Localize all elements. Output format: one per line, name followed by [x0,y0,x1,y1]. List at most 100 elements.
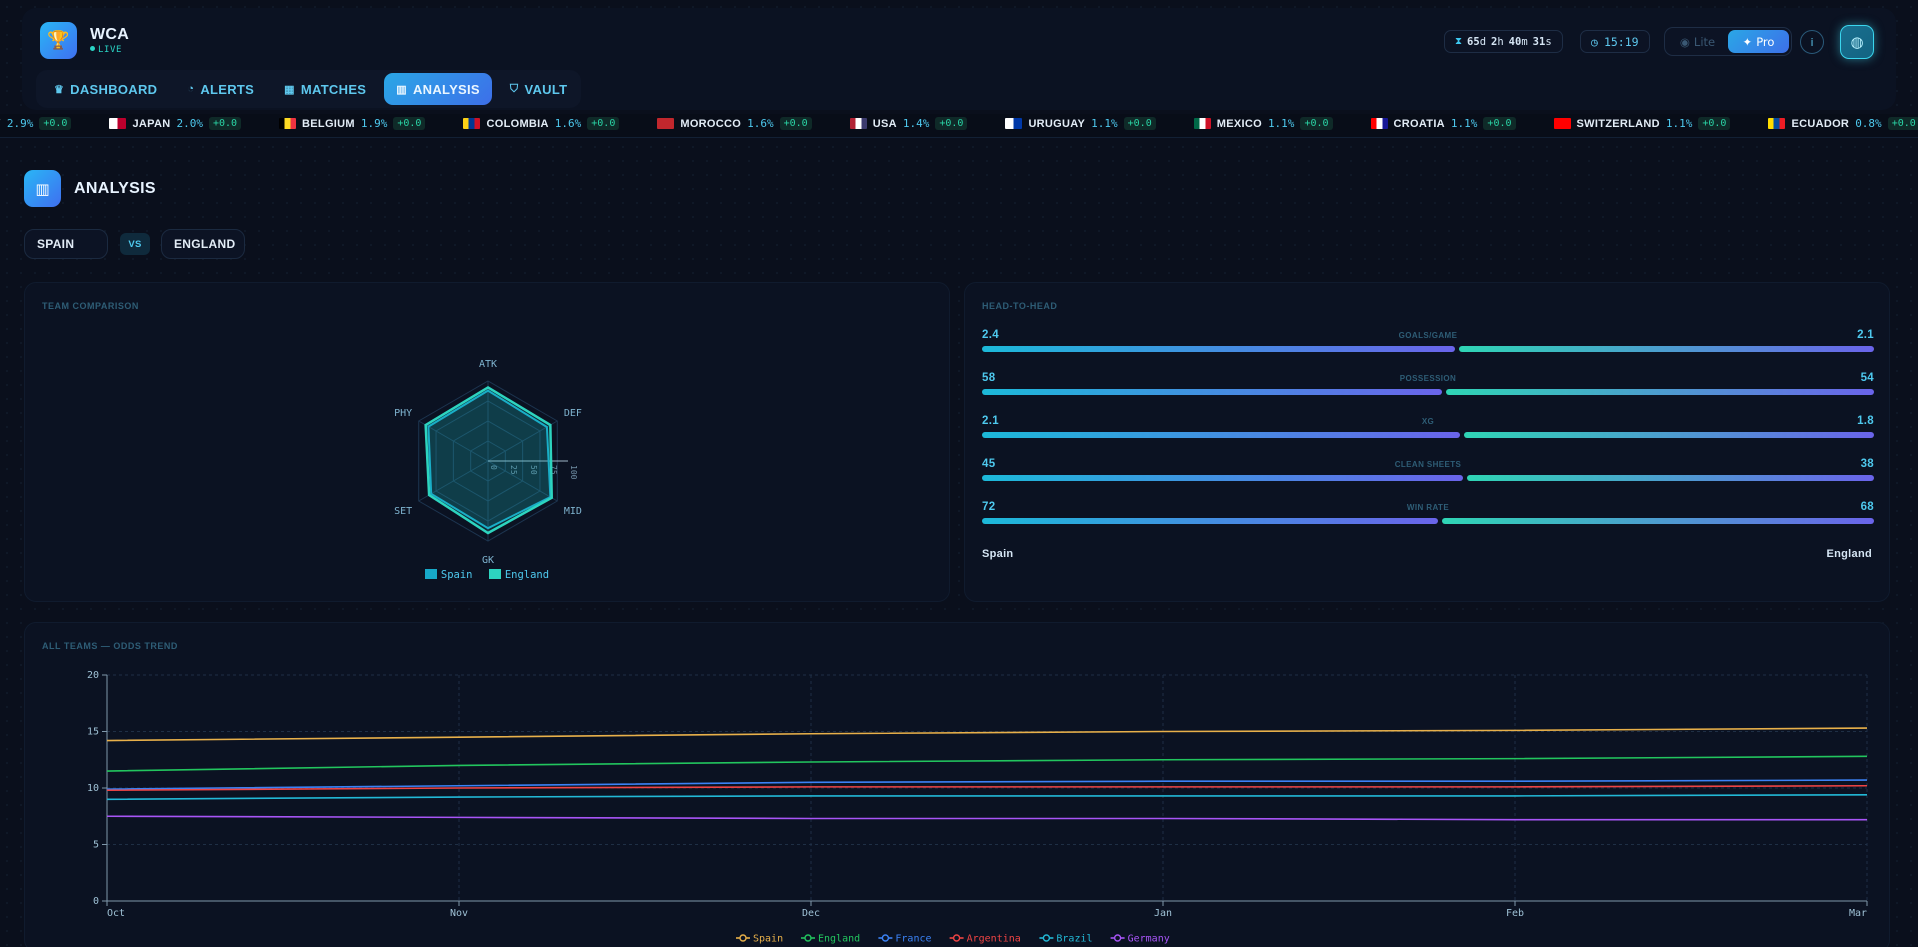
ticker-item[interactable]: MEXICO 1.1% +0.0 [1193,117,1333,130]
team-b-label: ENGLAND [174,237,236,251]
legend-swatch [424,569,437,579]
ticker-item[interactable]: JAPAN 2.0% +0.0 [109,117,242,130]
ticker-change: +0.0 [1123,117,1156,130]
ticker-change: +0.0 [935,117,968,130]
team-b-select[interactable]: ENGLAND [161,229,245,259]
sparkle-icon: ✦ [1742,34,1753,49]
ticker-percent: 1.1% [1267,117,1295,130]
flag-icon [1553,118,1571,129]
flag-icon [1005,118,1023,129]
radar-chart: ATKDEFMIDGKSETPHY0 25 50 75 100 [394,359,582,566]
app-header: 🏆 WCA LIVE ♛ DASHBOARD ◔ ALERTS ▦ MATCHES ▥… [22,8,1896,110]
h2h-row: 72 WIN RATE 68 [982,501,1874,531]
series-line-brazil [106,793,1868,801]
ticker-item[interactable]: AY 2.9% +0.0 [0,117,72,130]
h2h-team-left: Spain [982,548,1014,560]
h2h-right-value: 2.1 [1857,329,1874,341]
clock-icon: ◷ [1591,34,1598,49]
legend-item-brazil[interactable]: Brazil [1039,934,1093,945]
ticker-country: BELGIUM [302,117,355,130]
nav-label: VAULT [524,81,568,97]
nav-analysis[interactable]: ▥ ANALYSIS [384,73,492,105]
unit-h: h [1497,35,1504,48]
radar-legend: Spain England [25,569,949,581]
x-tick-label: Oct [107,908,125,919]
ticker-change: +0.0 [587,117,620,130]
h2h-left-bar [982,518,1439,524]
legend-item-germany[interactable]: Germany [1110,934,1170,945]
legend-item-spain[interactable]: Spain [736,934,783,945]
nav-vault[interactable]: ⛉ VAULT [498,73,579,105]
y-tick-label: 10 [87,783,99,794]
x-tick-label: Jan [1154,908,1172,919]
ticker-item[interactable]: SWITZERLAND 1.1% +0.0 [1553,117,1731,130]
ticker-item[interactable]: MOROCCO 1.6% +0.0 [657,117,812,130]
bell-icon: ◔ [187,83,195,95]
legend-item-france[interactable]: France [878,934,932,945]
ticker-country: SWITZERLAND [1576,117,1660,130]
h2h-stat-name: GOALS/GAME [1398,331,1458,340]
legend-label: Brazil [1056,934,1092,945]
team-a-select[interactable]: SPAIN [24,229,108,259]
nav-alerts[interactable]: ◔ ALERTS [175,73,266,105]
brand-name: WCA [90,26,130,43]
nav-label: DASHBOARD [70,81,158,97]
ticker-change: +0.0 [1483,117,1516,130]
info-button[interactable]: i [1800,30,1824,54]
vs-badge: VS [120,233,150,255]
legend-label: England [504,569,550,581]
legend-label: Spain [753,934,783,945]
ticker-percent: 1.4% [902,117,930,130]
ticker-country: JAPAN [132,117,171,130]
x-tick-label: Feb [1506,908,1524,919]
legend-item-england[interactable]: England [801,934,860,945]
legend-item-argentina[interactable]: Argentina [949,934,1021,945]
ticker-item[interactable]: USA 1.4% +0.0 [849,117,968,130]
legend-marker [739,934,747,942]
mode-pro-option[interactable]: ✦ Pro [1728,30,1789,53]
ticker-country: URUGUAY [1028,117,1086,130]
h2h-row: 2.1 XG 1.8 [982,415,1874,445]
h2h-stat-name: XG [1421,417,1435,426]
ticker-change: +0.0 [779,117,812,130]
mode-lite-label: Lite [1693,34,1716,49]
card-label: HEAD-TO-HEAD [982,301,1058,311]
h2h-right-value: 1.8 [1857,415,1874,427]
ticker-item[interactable]: URUGUAY 1.1% +0.0 [1005,117,1156,130]
ticker-percent: 1.1% [1665,117,1693,130]
nav-matches[interactable]: ▦ MATCHES [272,73,378,105]
live-indicator: LIVE [90,45,122,55]
countdown-minutes: 40 [1508,35,1522,48]
ticker-item[interactable]: COLOMBIA 1.6% +0.0 [463,117,620,130]
ticker-percent: 2.0% [176,117,203,130]
flag-icon [109,118,127,129]
ticker-change: +0.0 [1698,117,1731,130]
radar-axis-label: PHY [394,408,412,419]
calendar-icon: ▦ [284,83,295,96]
ticker-item[interactable]: CROATIA 1.1% +0.0 [1370,117,1516,130]
unit-s: s [1545,35,1552,48]
mode-lite-option[interactable]: ◉ Lite [1667,30,1728,53]
legend-label: Germany [1128,934,1170,945]
mode-pro-label: Pro [1756,34,1775,49]
x-tick-label: Mar [1849,908,1867,919]
legend-label: France [895,934,931,945]
radar-axis-label: SET [394,506,412,517]
ticker-percent: 1.1% [1450,117,1478,130]
unit-m: m [1521,35,1528,48]
main-nav: ♛ DASHBOARD ◔ ALERTS ▦ MATCHES ▥ ANALYSIS ⛉ V… [36,70,581,108]
legend-item-england[interactable]: England [488,569,550,581]
head-to-head-card: HEAD-TO-HEAD 2.4 GOALS/GAME 2.1 58 POSSESSIO… [964,282,1890,602]
h2h-stat-name: WIN RATE [1406,503,1450,512]
legend-label: Argentina [967,934,1021,945]
ticker-item[interactable]: BELGIUM 1.9% +0.0 [279,117,426,130]
ticker-item[interactable]: ECUADOR 0.8% +0.0 [1768,117,1918,130]
legend-marker [804,934,812,942]
ticker-country: USA [872,117,897,130]
clock-time: 15:19 [1603,34,1639,49]
trophy-icon[interactable]: 🏆 [40,22,77,59]
theme-button[interactable]: ◍ [1840,25,1874,59]
legend-item-spain[interactable]: Spain [424,569,473,581]
nav-dashboard[interactable]: ♛ DASHBOARD [42,73,169,105]
bar-chart-icon: ▥ [24,170,61,207]
